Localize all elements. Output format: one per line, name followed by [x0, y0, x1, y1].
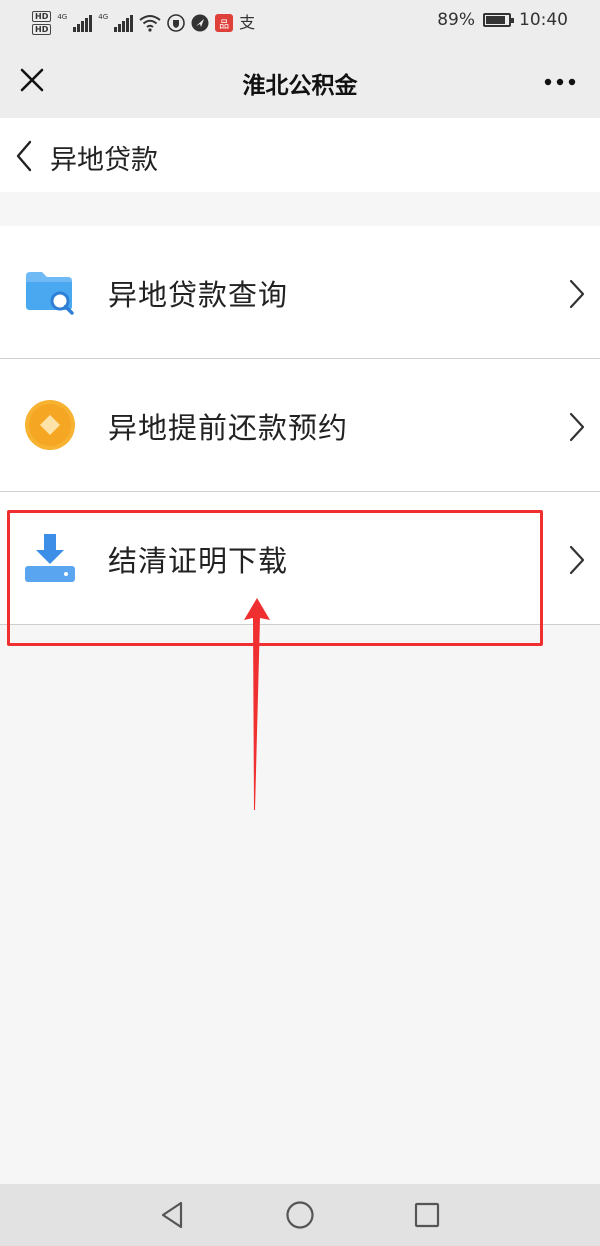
status-time: 10:40: [519, 10, 568, 30]
wifi-icon: [139, 15, 161, 32]
app-title: 淮北公积金: [242, 73, 358, 99]
signal-icon: [114, 14, 134, 32]
chevron-right-icon: [569, 545, 585, 575]
status-icons: HD HD 4G 4G 品 支: [32, 7, 255, 39]
highlight-box: [7, 510, 543, 646]
status-right: 89% 10:40: [437, 10, 568, 30]
back-triangle-icon[interactable]: [155, 1198, 189, 1232]
menu-item-label: 异地贷款查询: [108, 278, 289, 312]
status-bar: HD HD 4G 4G 品 支 89% 10:40: [0, 0, 600, 44]
red-app-icon: 品: [215, 14, 234, 32]
hd-badge: HD: [32, 24, 52, 35]
hd-badges: HD HD: [32, 11, 52, 35]
back-icon[interactable]: [10, 138, 38, 174]
alipay-icon: 支: [239, 13, 256, 32]
home-circle-icon[interactable]: [283, 1198, 317, 1232]
app-header: 淮北公积金: [0, 44, 600, 118]
page-nav: 异地贷款: [0, 118, 600, 192]
more-icon[interactable]: [542, 70, 578, 94]
coin-diamond-icon: [25, 400, 75, 450]
shield-icon: [167, 14, 185, 32]
menu-item-early-repayment[interactable]: 异地提前还款预约: [0, 359, 600, 492]
hd-badge: HD: [32, 11, 52, 22]
battery-icon: [483, 13, 514, 27]
battery-level: [486, 16, 505, 24]
recents-square-icon[interactable]: [410, 1198, 444, 1232]
battery-percent: 89%: [437, 10, 475, 30]
network-label: 4G: [98, 13, 109, 21]
chevron-right-icon: [569, 412, 585, 442]
menu-item-label: 异地提前还款预约: [108, 411, 349, 445]
network-label: 4G: [57, 13, 68, 21]
menu-item-remote-loan-query[interactable]: 异地贷款查询: [0, 226, 600, 359]
chevron-right-icon: [569, 279, 585, 309]
folder-search-icon: [26, 272, 74, 315]
arrow-annotation: [244, 598, 270, 810]
signal-icon: [73, 14, 93, 32]
system-nav-bar: [0, 1184, 600, 1246]
navigation-icon: [191, 14, 209, 32]
page-title: 异地贷款: [50, 145, 158, 176]
